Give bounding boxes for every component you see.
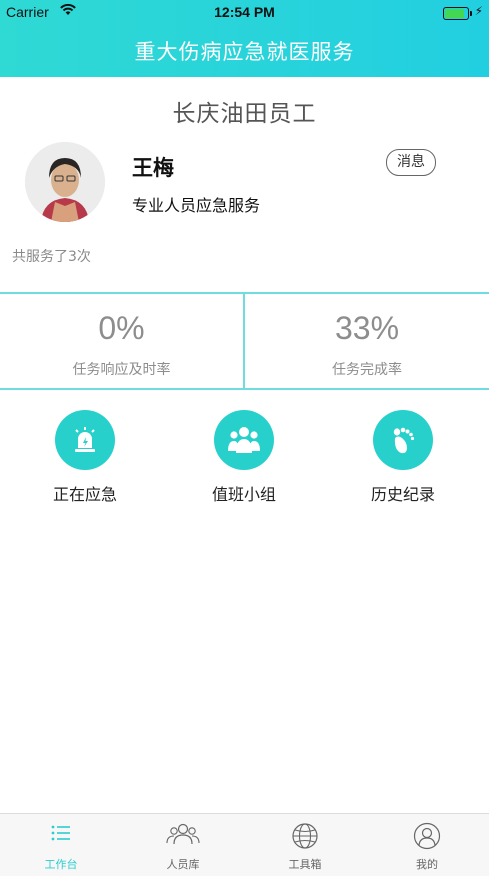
app-header: Carrier 12:54 PM ⚡ 重大伤病应急就医服务 — [0, 0, 489, 77]
charging-icon: ⚡ — [474, 4, 483, 18]
stat-value: 0% — [98, 310, 145, 346]
footprint-icon — [373, 410, 433, 470]
stat-label: 任务完成率 — [332, 362, 402, 378]
status-bar: Carrier 12:54 PM ⚡ — [0, 0, 489, 24]
globe-icon — [244, 822, 366, 850]
tab-label: 工具箱 — [288, 858, 322, 871]
group-people-icon — [214, 410, 274, 470]
tab-label: 我的 — [416, 858, 438, 871]
page-title: 重大伤病应急就医服务 — [134, 40, 355, 64]
people-icon — [122, 822, 244, 850]
user-icon — [366, 822, 488, 850]
message-button[interactable]: 消息 — [386, 149, 436, 176]
stat-response-rate: 0% 任务响应及时率 — [0, 294, 245, 388]
action-duty-group[interactable]: 值班小组 — [184, 410, 304, 505]
organization-title: 长庆油田员工 — [172, 101, 317, 127]
stat-value: 33% — [334, 310, 400, 346]
clock: 12:54 PM — [214, 4, 275, 20]
stat-label: 任务响应及时率 — [72, 362, 171, 378]
tab-bar: 工作台 人员库 工具箱 我的 — [0, 813, 489, 876]
action-history-records[interactable]: 历史纪录 — [343, 410, 463, 505]
action-label: 历史纪录 — [370, 485, 435, 504]
battery-icon — [443, 7, 472, 20]
stats-panel: 0% 任务响应及时率 33% 任务完成率 — [0, 292, 489, 390]
stat-completion-rate: 33% 任务完成率 — [245, 294, 489, 388]
tab-label: 工作台 — [44, 858, 78, 871]
list-icon — [0, 822, 122, 850]
tab-personnel[interactable]: 人员库 — [122, 814, 244, 876]
alarm-light-icon — [55, 410, 115, 470]
user-role: 专业人员应急服务 — [132, 196, 261, 215]
tab-label: 人员库 — [166, 858, 200, 871]
served-count: 共服务了3次 — [12, 249, 91, 265]
tab-workbench[interactable]: 工作台 — [0, 814, 122, 876]
user-name: 王梅 — [132, 156, 174, 180]
action-label: 值班小组 — [211, 485, 276, 504]
tab-toolbox[interactable]: 工具箱 — [244, 814, 366, 876]
avatar[interactable] — [25, 142, 105, 222]
action-ongoing-emergency[interactable]: 正在应急 — [25, 410, 145, 505]
tab-mine[interactable]: 我的 — [366, 814, 488, 876]
action-label: 正在应急 — [52, 485, 117, 504]
